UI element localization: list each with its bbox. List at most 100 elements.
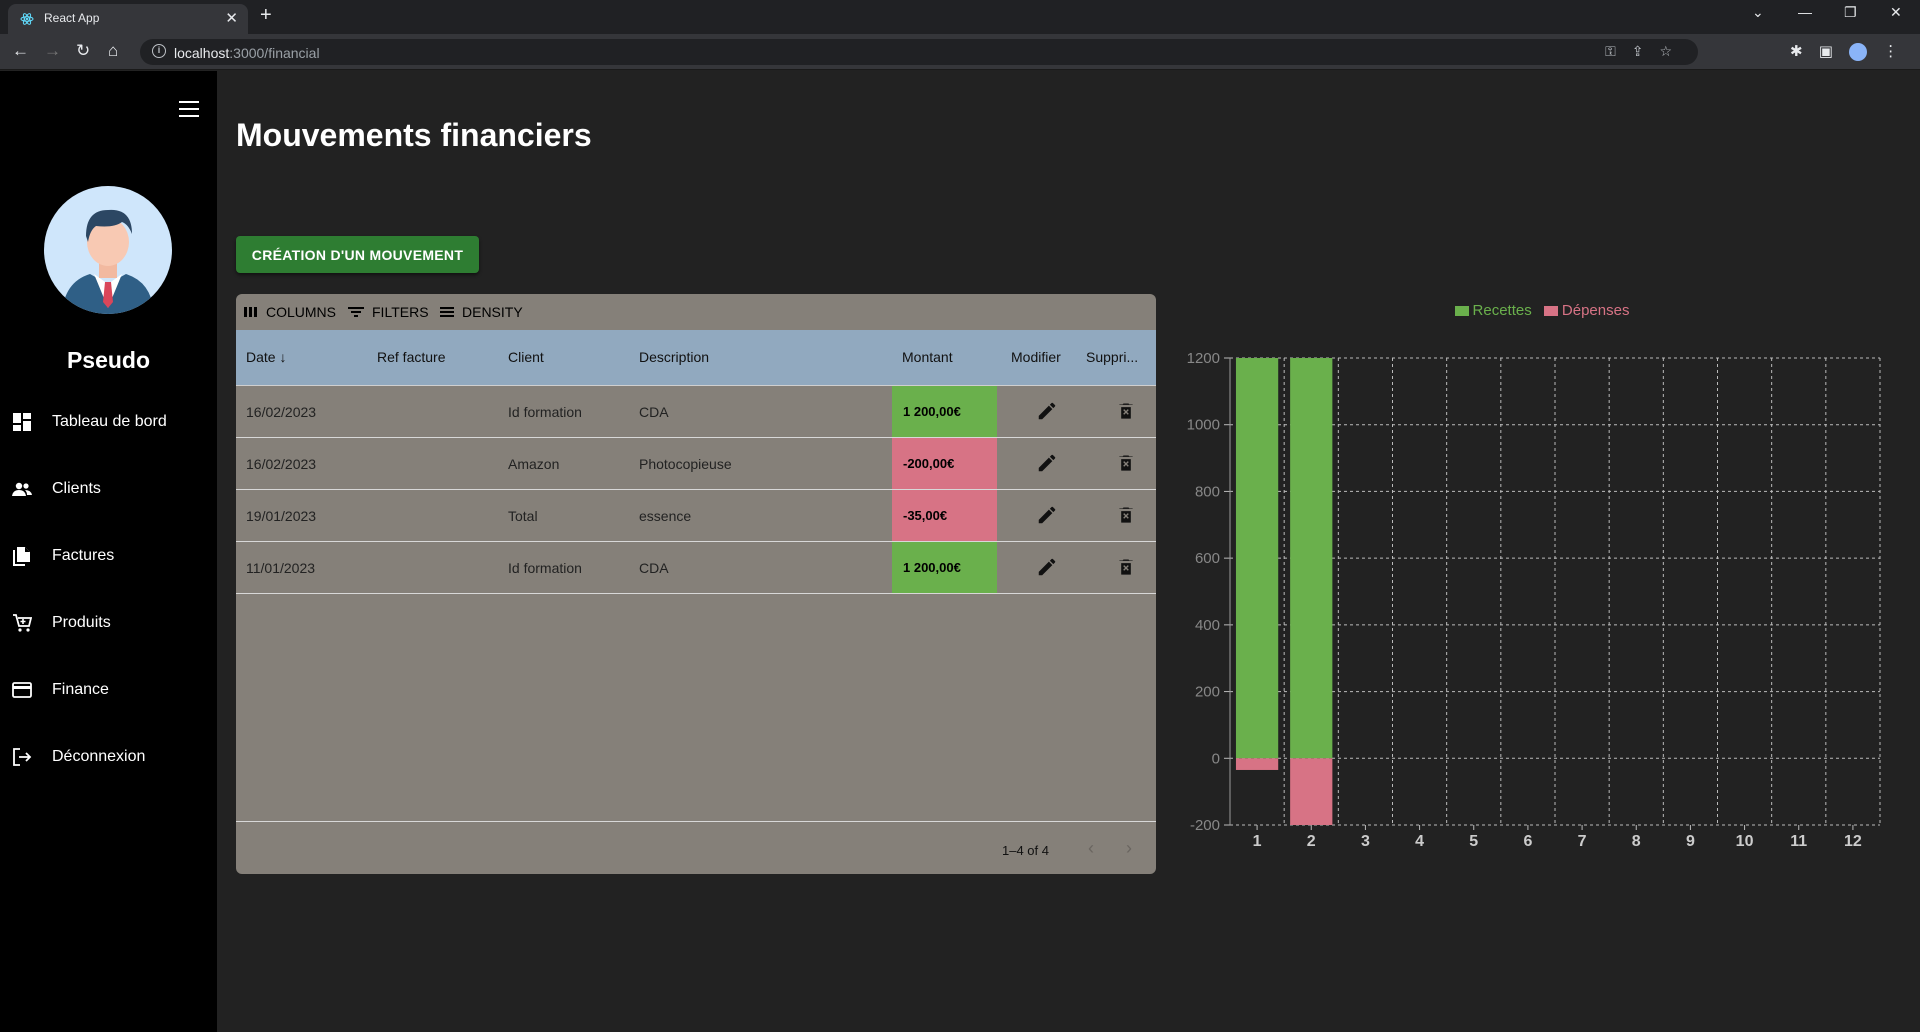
minimize-icon[interactable]: — <box>1798 4 1812 20</box>
tab-title: React App <box>44 11 100 25</box>
chevron-down-icon[interactable]: ⌄ <box>1752 4 1764 21</box>
legend-label: Recettes <box>1472 302 1532 319</box>
sidebar-item-factures[interactable]: Factures <box>0 536 217 576</box>
react-icon <box>20 13 34 25</box>
legend-swatch <box>1543 306 1558 317</box>
table-row[interactable]: 16/02/2023 Amazon Photocopieuse -200,00€ <box>236 438 1156 490</box>
documents-icon <box>13 547 30 566</box>
people-icon <box>12 482 32 496</box>
new-tab-icon[interactable]: + <box>260 4 272 27</box>
site-info-icon[interactable]: i <box>152 44 166 58</box>
previous-page-icon[interactable]: ‹ <box>1088 838 1094 859</box>
sidebar-item-clients[interactable]: Clients <box>0 469 217 509</box>
pagination-info: 1–4 of 4 <box>1002 843 1049 858</box>
cell-client: Total <box>508 508 538 524</box>
x-tick-label: 5 <box>1469 833 1478 850</box>
edit-pencil-icon[interactable] <box>1036 400 1058 422</box>
x-tick-label: 10 <box>1736 833 1754 850</box>
hamburger-menu-icon[interactable] <box>179 101 199 117</box>
back-icon[interactable]: ← <box>12 41 29 61</box>
username: Pseudo <box>66 347 151 373</box>
x-tick-label: 1 <box>1253 833 1262 850</box>
filters-label: FILTERS <box>372 304 429 320</box>
browser-tab[interactable]: React App ✕ <box>8 4 248 34</box>
sidebar-item-label: Factures <box>52 547 115 564</box>
bar-depenses <box>1290 758 1333 825</box>
browser-extension-icons[interactable]: ✱ ▣ ⋮ <box>1790 42 1898 62</box>
finance-chart: Recettes Dépenses -200 0 200 400 600 800 1000 1… <box>1172 291 1912 891</box>
columns-icon <box>244 307 257 317</box>
column-header-ref[interactable]: Ref facture <box>377 349 445 365</box>
restore-icon[interactable]: ❐ <box>1844 4 1857 21</box>
x-tick-label: 9 <box>1686 833 1695 850</box>
legend-label: Dépenses <box>1561 302 1630 319</box>
page-title: Mouvements financiers <box>236 117 592 153</box>
column-header-client[interactable]: Client <box>508 349 544 365</box>
filters-button[interactable]: FILTERS <box>348 304 429 320</box>
bar-recettes <box>1235 358 1279 759</box>
cell-description: Photocopieuse <box>639 456 732 472</box>
density-button[interactable]: DENSITY <box>440 304 523 320</box>
x-tick-label: 7 <box>1578 833 1587 850</box>
cell-client: Id formation <box>508 404 582 420</box>
cart-icon <box>13 614 32 632</box>
y-tick-label: 200 <box>1195 684 1220 701</box>
table-row[interactable]: 11/01/2023 Id formation CDA 1 200,00€ <box>236 542 1156 594</box>
sidebar-item-label: Clients <box>52 480 101 497</box>
edit-pencil-icon[interactable] <box>1036 452 1058 474</box>
extensions-icon[interactable]: ✱ <box>1790 43 1803 60</box>
columns-label: COLUMNS <box>266 304 337 320</box>
reload-icon[interactable]: ↻ <box>76 41 90 61</box>
create-movement-button[interactable]: CRÉATION D'UN MOUVEMENT <box>236 236 479 273</box>
browser-tab-bar: React App ✕ + ⌄ — ❐ ✕ <box>0 0 1920 34</box>
edit-pencil-icon[interactable] <box>1036 556 1058 578</box>
y-tick-label: 800 <box>1195 483 1220 500</box>
main-content: Mouvements financiers CRÉATION D'UN MOUV… <box>217 71 1920 1032</box>
url-input[interactable]: i localhost:3000/financial ⚿⇪☆ <box>140 39 1698 65</box>
x-tick-label: 2 <box>1307 833 1316 850</box>
sidebar-item-dashboard[interactable]: Tableau de bord <box>0 402 217 442</box>
legend-swatch <box>1454 306 1469 317</box>
legend-item-depenses[interactable]: Dépenses <box>1543 302 1630 319</box>
column-header-description[interactable]: Description <box>639 349 709 365</box>
data-grid: COLUMNS FILTERS DENSITY Date ↓ Ref factu… <box>236 294 1156 874</box>
sidebar-item-finance[interactable]: Finance <box>0 670 217 710</box>
address-bar: ← → ↻ ⌂ i localhost:3000/financial ⚿⇪☆ <box>0 34 1920 70</box>
sidebar-item-produits[interactable]: Produits <box>0 603 217 643</box>
sidebar-item-label: Produits <box>52 614 111 631</box>
delete-icon[interactable] <box>1115 556 1137 578</box>
table-row[interactable]: 16/02/2023 Id formation CDA 1 200,00€ <box>236 386 1156 438</box>
grid-header: Date ↓ Ref facture Client Description Mo… <box>236 330 1156 386</box>
menu-kebab-icon[interactable]: ⋮ <box>1883 43 1898 60</box>
delete-icon[interactable] <box>1115 452 1137 474</box>
sidebar: Pseudo Tableau de bord Clients Factures … <box>0 71 217 1032</box>
column-header-delete[interactable]: Suppri... <box>1086 349 1138 365</box>
sidebar-item-label: Finance <box>52 681 109 698</box>
column-header-edit[interactable]: Modifier <box>1011 349 1061 365</box>
columns-button[interactable]: COLUMNS <box>244 304 336 320</box>
forward-icon[interactable]: → <box>44 41 61 61</box>
table-row[interactable]: 19/01/2023 Total essence -35,00€ <box>236 490 1156 542</box>
side-panel-icon[interactable]: ▣ <box>1819 43 1833 60</box>
url-path: :3000/financial <box>229 45 320 61</box>
density-label: DENSITY <box>462 304 523 320</box>
y-tick-label: 1000 <box>1187 417 1220 434</box>
delete-icon[interactable] <box>1115 504 1137 526</box>
sidebar-item-label: Déconnexion <box>52 748 146 765</box>
edit-pencil-icon[interactable] <box>1036 504 1058 526</box>
profile-avatar[interactable] <box>1849 43 1868 62</box>
delete-icon[interactable] <box>1115 400 1137 422</box>
next-page-icon[interactable]: › <box>1126 838 1132 859</box>
column-header-date[interactable]: Date ↓ <box>246 349 286 365</box>
column-header-amount[interactable]: Montant <box>902 349 953 365</box>
omnibox-icons[interactable]: ⚿⇪☆ <box>1605 43 1688 60</box>
credit-card-icon <box>12 682 32 698</box>
url-host: localhost <box>174 45 230 61</box>
close-window-icon[interactable]: ✕ <box>1890 4 1902 21</box>
sidebar-item-logout[interactable]: Déconnexion <box>0 737 217 777</box>
sort-descending-icon[interactable]: ↓ <box>279 349 286 365</box>
user-avatar-icon <box>62 209 154 314</box>
close-tab-icon[interactable]: ✕ <box>225 9 238 27</box>
home-icon[interactable]: ⌂ <box>108 41 118 61</box>
legend-item-recettes[interactable]: Recettes <box>1454 302 1532 319</box>
